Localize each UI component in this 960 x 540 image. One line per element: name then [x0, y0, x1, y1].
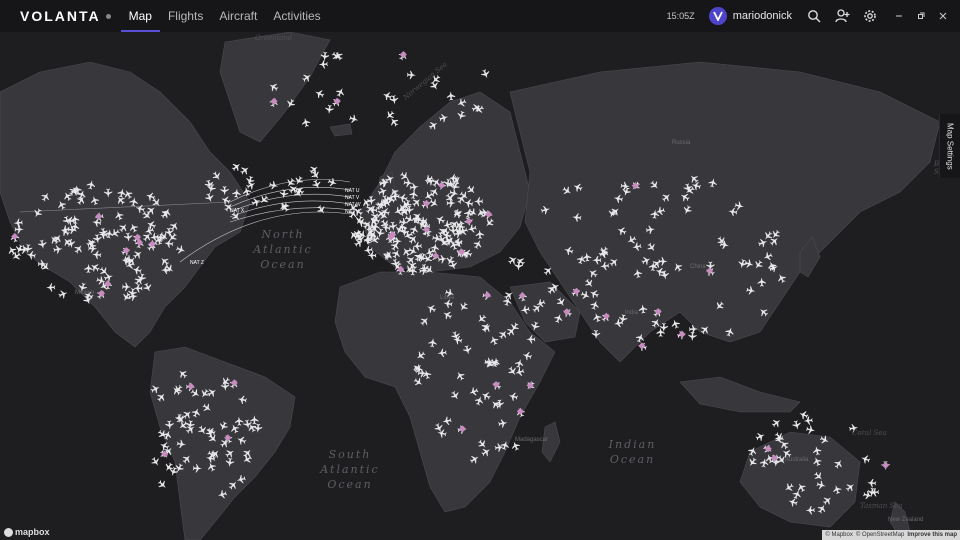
ocean-label-south-atlantic: South Atlantic Ocean	[320, 448, 380, 491]
aircraft-icon[interactable]	[770, 417, 782, 429]
aircraft-icon[interactable]	[384, 109, 396, 121]
aircraft-icon[interactable]	[268, 180, 279, 190]
aircraft-icon[interactable]	[311, 179, 322, 191]
nat-label-v: NAT V	[345, 195, 360, 201]
sea-label-coral: Coral Sea	[852, 429, 887, 437]
nav-flights[interactable]: Flights	[160, 0, 211, 32]
map-canvas[interactable]: NAT U NAT V NAT W NAT X NAT Y NAT Z	[0, 32, 960, 540]
aircraft-icon[interactable]	[867, 478, 877, 488]
close-icon	[939, 12, 947, 20]
nat-label-x: NAT X	[230, 208, 245, 214]
aircraft-icon[interactable]	[803, 416, 813, 425]
country-label-russia: Russia	[672, 140, 691, 146]
map-settings-button[interactable]: Map Settings	[939, 114, 960, 178]
mapbox-logo-text: mapbox	[15, 527, 50, 537]
south-america	[149, 346, 296, 540]
improve-map-link[interactable]: Improve this map	[907, 532, 957, 538]
brand-name: VOLANTA	[20, 8, 101, 24]
aircraft-icon[interactable]	[245, 175, 256, 186]
aircraft-icon[interactable]	[318, 60, 329, 69]
attribution-osm[interactable]: © OpenStreetMap	[856, 532, 904, 538]
friend-marker-icon[interactable]	[882, 461, 890, 469]
aircraft-icon[interactable]	[805, 425, 816, 435]
top-bar: VOLANTA Map Flights Aircraft Activities …	[0, 0, 960, 32]
brand-dot	[105, 13, 111, 19]
aircraft-icon[interactable]	[330, 50, 342, 62]
country-label-new-zealand: New Zealand	[888, 517, 924, 523]
restore-icon	[918, 12, 925, 19]
landmasses	[0, 32, 941, 540]
aircraft-icon[interactable]	[688, 331, 697, 341]
main-nav: Map Flights Aircraft Activities	[120, 0, 329, 32]
aircraft-icon[interactable]	[315, 204, 327, 216]
map-attribution: © Mapbox © OpenStreetMap Improve this ma…	[822, 530, 960, 540]
country-label-india: India	[625, 310, 639, 316]
ocean-label-north-atlantic: North Atlantic Ocean	[253, 228, 313, 271]
aircraft-icon[interactable]	[239, 164, 251, 176]
aircraft-icon[interactable]	[293, 175, 305, 187]
country-label-china: China	[690, 264, 706, 270]
aircraft-icon[interactable]	[860, 454, 871, 465]
maximize-button[interactable]	[910, 6, 932, 26]
minimize-button[interactable]	[888, 6, 910, 26]
aircraft-icon[interactable]	[150, 456, 162, 468]
aircraft-icon[interactable]	[446, 91, 456, 101]
aircraft-icon[interactable]	[325, 104, 334, 115]
sea-label-greenland: Greenland	[255, 34, 293, 42]
ocean-label-indian: Indian Ocean	[608, 438, 657, 466]
aircraft-icon[interactable]	[46, 283, 56, 292]
settings-button[interactable]	[860, 6, 880, 26]
greenland	[219, 32, 331, 143]
aircraft-icon[interactable]	[406, 70, 416, 80]
friend-marker-icon[interactable]	[399, 51, 407, 59]
close-button[interactable]	[932, 6, 954, 26]
north-america	[0, 61, 251, 348]
aircraft-icon[interactable]	[670, 318, 681, 329]
indonesia	[679, 376, 801, 413]
country-label-mexico: Mexico	[75, 290, 95, 296]
attribution-mapbox[interactable]: © Mapbox	[825, 532, 852, 538]
sea-label-tasman: Tasman Sea	[860, 502, 903, 510]
aircraft-icon[interactable]	[332, 50, 344, 62]
nav-activities[interactable]: Activities	[265, 0, 328, 32]
brand-logo[interactable]: VOLANTA	[20, 8, 111, 24]
avatar[interactable]	[708, 7, 727, 25]
country-label-madagascar: Madagascar	[515, 437, 549, 443]
map-settings-label: Map Settings	[945, 122, 955, 170]
gear-icon	[864, 10, 876, 22]
add-user-icon	[834, 9, 849, 23]
nat-label-z: NAT Z	[190, 260, 204, 266]
volanta-v-icon	[712, 11, 723, 21]
world-map[interactable]: NAT U NAT V NAT W NAT X NAT Y NAT Z Nort…	[0, 32, 960, 540]
aircraft-icon[interactable]	[755, 431, 767, 443]
iceland	[329, 123, 353, 137]
australia	[739, 431, 861, 528]
mapbox-logo[interactable]: mapbox	[4, 527, 50, 537]
add-friend-button[interactable]	[832, 6, 852, 26]
aircraft-icon[interactable]	[57, 289, 68, 300]
minimize-icon	[896, 15, 902, 17]
aircraft-icon[interactable]	[301, 117, 311, 128]
aircraft-icon[interactable]	[327, 177, 338, 188]
mapbox-icon	[4, 527, 13, 537]
aircraft-icon[interactable]	[792, 420, 802, 431]
utc-clock: 15:05Z	[666, 11, 695, 21]
search-button[interactable]	[804, 6, 824, 26]
aircraft-icon[interactable]	[480, 68, 491, 79]
nat-label-u: NAT U	[345, 188, 360, 194]
nav-aircraft[interactable]: Aircraft	[211, 0, 265, 32]
nav-map[interactable]: Map	[120, 0, 161, 32]
country-label-australia: Australia	[785, 457, 809, 463]
search-icon	[808, 10, 821, 23]
country-label-libya: Libya	[440, 295, 455, 301]
aircraft-icon[interactable]	[388, 116, 400, 128]
aircraft-icon[interactable]	[507, 254, 519, 266]
username[interactable]: mariodonick	[733, 10, 792, 22]
aircraft-icon[interactable]	[313, 88, 325, 100]
aircraft-icon[interactable]	[156, 479, 168, 491]
aircraft-icon[interactable]	[348, 114, 359, 125]
aircraft-icon[interactable]	[230, 161, 242, 173]
aircraft-icon[interactable]	[335, 86, 347, 98]
